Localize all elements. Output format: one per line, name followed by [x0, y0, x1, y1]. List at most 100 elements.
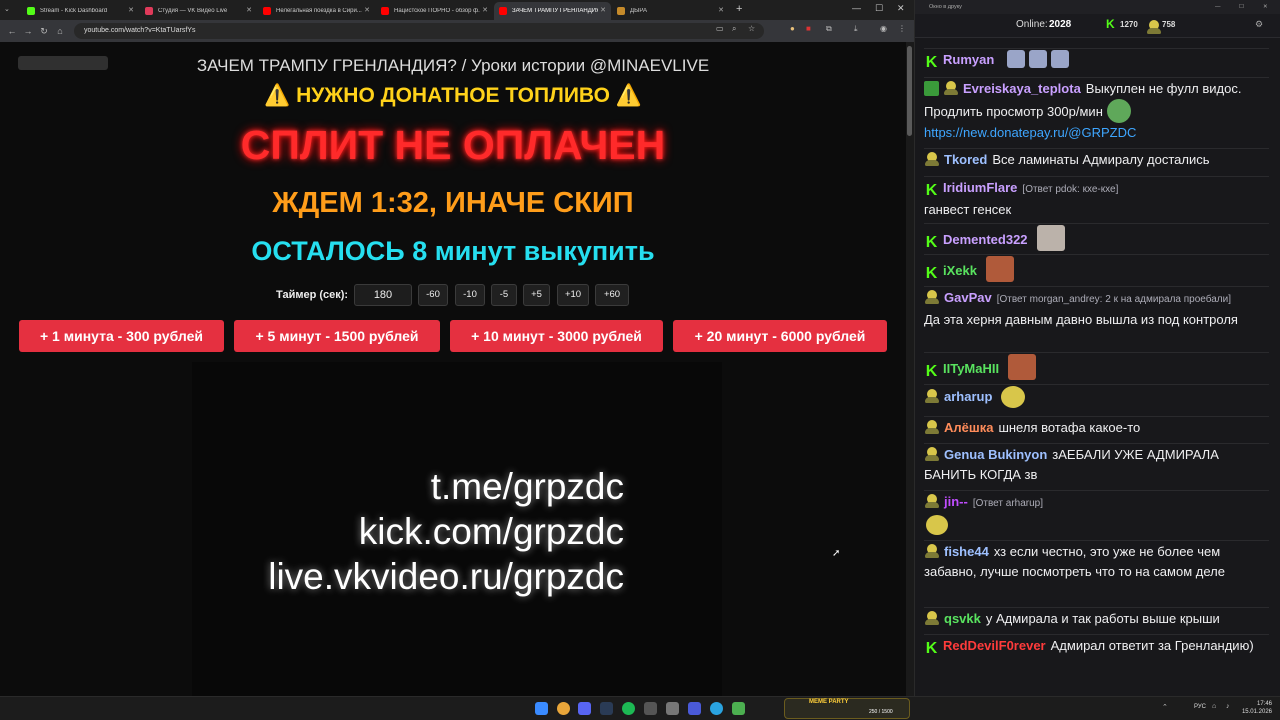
- chat-username[interactable]: RedDevilF0rever: [943, 638, 1046, 653]
- clock[interactable]: 17:46 15.01.2026: [1242, 700, 1272, 716]
- page-scrollbar-thumb[interactable]: [907, 46, 912, 136]
- donate-1-minute-button[interactable]: + 1 минута - 300 рублей: [19, 320, 224, 352]
- language-indicator[interactable]: РУС: [1194, 704, 1206, 710]
- chrome-icon[interactable]: [557, 702, 570, 715]
- chat-username[interactable]: iXekk: [943, 263, 977, 278]
- spotify-icon[interactable]: [622, 702, 635, 715]
- cast-icon[interactable]: ▭: [716, 24, 724, 33]
- address-bar[interactable]: youtube.com/watch?v=KtaTUarsfYs: [74, 23, 764, 39]
- close-tab-icon[interactable]: ✕: [600, 6, 606, 14]
- reply-context: [Ответ arharup]: [972, 498, 1043, 509]
- clock-date: 15.01.2026: [1241, 709, 1272, 715]
- tab-youtube-2[interactable]: Нацистское ПОРНО - обзор ф... ✕: [376, 2, 493, 20]
- pepe-emote-icon: [1106, 99, 1131, 123]
- chat-username[interactable]: Genua Bukinyon: [944, 447, 1047, 462]
- app-icon[interactable]: [666, 702, 679, 715]
- timer-minus-60-button[interactable]: -60: [418, 284, 448, 306]
- chat-username[interactable]: Алёшка: [944, 420, 993, 435]
- app-green-icon[interactable]: [732, 702, 745, 715]
- tab-vk-studio[interactable]: Студия — VK Видео Live ✕: [140, 2, 257, 20]
- chat-username[interactable]: qsvkk: [944, 611, 981, 626]
- kick-link: kick.com/grpzdc: [358, 511, 624, 552]
- chat-username[interactable]: fishe44: [944, 544, 989, 559]
- chat-message: arharup: [924, 384, 1269, 408]
- tab-youtube-1[interactable]: Нелегальная поездка в Сири... ✕: [258, 2, 375, 20]
- extension-cookie-icon[interactable]: ●: [790, 24, 795, 33]
- chat-link[interactable]: https://new.donatepay.ru/@GRPZDC: [924, 125, 1136, 140]
- donate-10-minutes-button[interactable]: + 10 минут - 3000 рублей: [450, 320, 663, 352]
- chat-minimize-icon[interactable]: —: [1215, 0, 1221, 14]
- chat-close-icon[interactable]: ✕: [1263, 0, 1268, 14]
- tray-chevron-icon[interactable]: ⌃: [1162, 703, 1168, 711]
- meme-party-label: MEME PARTY: [809, 699, 849, 705]
- close-tab-icon[interactable]: ✕: [718, 6, 724, 14]
- reply-context: [Ответ pdok: кхе-кхе]: [1022, 184, 1119, 195]
- volume-icon[interactable]: ♪: [1226, 703, 1230, 710]
- chat-message: K IITyMaHII: [924, 352, 1269, 380]
- maximize-icon[interactable]: ☐: [875, 3, 883, 14]
- home-icon[interactable]: ⌂: [52, 26, 68, 36]
- chat-username[interactable]: GavPav: [944, 290, 992, 305]
- back-icon[interactable]: ←: [4, 26, 20, 36]
- zoom-icon[interactable]: ⌕: [732, 24, 736, 34]
- tab-search-icon[interactable]: ⌄: [4, 5, 10, 13]
- timer-minus-10-button[interactable]: -10: [455, 284, 485, 306]
- split-not-paid-banner: СПЛИТ НЕ ОПЛАЧЕН: [240, 122, 666, 168]
- tab-dyra[interactable]: ДЫРА ✕: [612, 2, 729, 20]
- donate-20-minutes-button[interactable]: + 20 минут - 6000 рублей: [673, 320, 887, 352]
- chat-maximize-icon[interactable]: ☐: [1239, 0, 1244, 14]
- close-tab-icon[interactable]: ✕: [246, 6, 252, 14]
- settings-gear-icon[interactable]: ⚙: [1255, 19, 1263, 30]
- media-player-icon[interactable]: [688, 702, 701, 715]
- tab-title: Нацистское ПОРНО - обзор ф...: [394, 8, 480, 14]
- face-emote-icon: [1008, 354, 1037, 380]
- reload-icon[interactable]: ↻: [36, 26, 52, 37]
- chat-message: Genua Bukinyon зАЕБАЛИ УЖЕ АДМИРАЛА БАНИТ…: [924, 443, 1269, 485]
- close-tab-icon[interactable]: ✕: [482, 6, 488, 14]
- telegram-icon[interactable]: [710, 702, 723, 715]
- chat-window: Окно в друку — ☐ ✕ Online: 2028 K 1270 7…: [914, 0, 1280, 696]
- tab-title: Stream - Kick Dashboard: [40, 8, 108, 14]
- steam-icon[interactable]: [600, 702, 613, 715]
- chat-window-titlebar: Окно в друку — ☐ ✕: [915, 0, 1280, 14]
- menu-icon[interactable]: ⋮: [898, 24, 906, 33]
- chat-message: Алёшка шнеля вотафа какое-то: [924, 416, 1269, 438]
- chat-username[interactable]: IridiumFlare: [943, 180, 1017, 195]
- close-window-icon[interactable]: ✕: [897, 3, 905, 14]
- obs-icon[interactable]: [644, 702, 657, 715]
- donate-5-minutes-button[interactable]: + 5 минут - 1500 рублей: [234, 320, 440, 352]
- meme-party-widget[interactable]: MEME PARTY 250 / 1500: [784, 698, 910, 719]
- vk-viewers-icon: [1146, 20, 1162, 34]
- chat-username[interactable]: Demented322: [943, 232, 1028, 247]
- pepe-badge-icon: [924, 290, 940, 304]
- network-icon[interactable]: ⌂: [1212, 703, 1216, 710]
- chat-message: K Demented322: [924, 223, 1269, 251]
- extension-red-icon[interactable]: ■: [806, 24, 811, 33]
- bookmark-star-icon[interactable]: ☆: [748, 24, 755, 33]
- extensions-puzzle-icon[interactable]: ⧉: [826, 24, 832, 34]
- timer-plus-5-button[interactable]: +5: [523, 284, 550, 306]
- tab-youtube-active[interactable]: ЗАЧЕМ ТРАМПУ ГРЕНЛАНДИЯ?...✕: [494, 2, 611, 20]
- chat-username[interactable]: jin--: [944, 494, 968, 509]
- start-icon[interactable]: [535, 702, 548, 715]
- timer-plus-10-button[interactable]: +10: [557, 284, 589, 306]
- discord-icon[interactable]: [578, 702, 591, 715]
- forward-icon[interactable]: →: [20, 26, 36, 36]
- tab-kick-dashboard[interactable]: Stream - Kick Dashboard ✕: [22, 2, 139, 20]
- profile-icon[interactable]: ◉: [880, 24, 887, 33]
- chat-username[interactable]: arharup: [944, 389, 992, 404]
- chat-username[interactable]: Evreiskaya_teplota: [963, 81, 1081, 96]
- timer-minus-5-button[interactable]: -5: [491, 284, 517, 306]
- chat-username[interactable]: IITyMaHII: [943, 361, 999, 376]
- page-scrollbar[interactable]: [906, 42, 914, 696]
- minimize-icon[interactable]: —: [852, 3, 861, 13]
- new-tab-button[interactable]: +: [736, 3, 742, 15]
- chat-message: KiXekk: [924, 254, 1269, 282]
- download-icon[interactable]: ⤓: [854, 24, 858, 34]
- chat-username[interactable]: Rumyan: [943, 52, 994, 67]
- close-tab-icon[interactable]: ✕: [364, 6, 370, 14]
- timer-input[interactable]: 180: [354, 284, 412, 306]
- chat-username[interactable]: Tkored: [944, 152, 987, 167]
- timer-plus-60-button[interactable]: +60: [595, 284, 629, 306]
- close-tab-icon[interactable]: ✕: [128, 6, 134, 14]
